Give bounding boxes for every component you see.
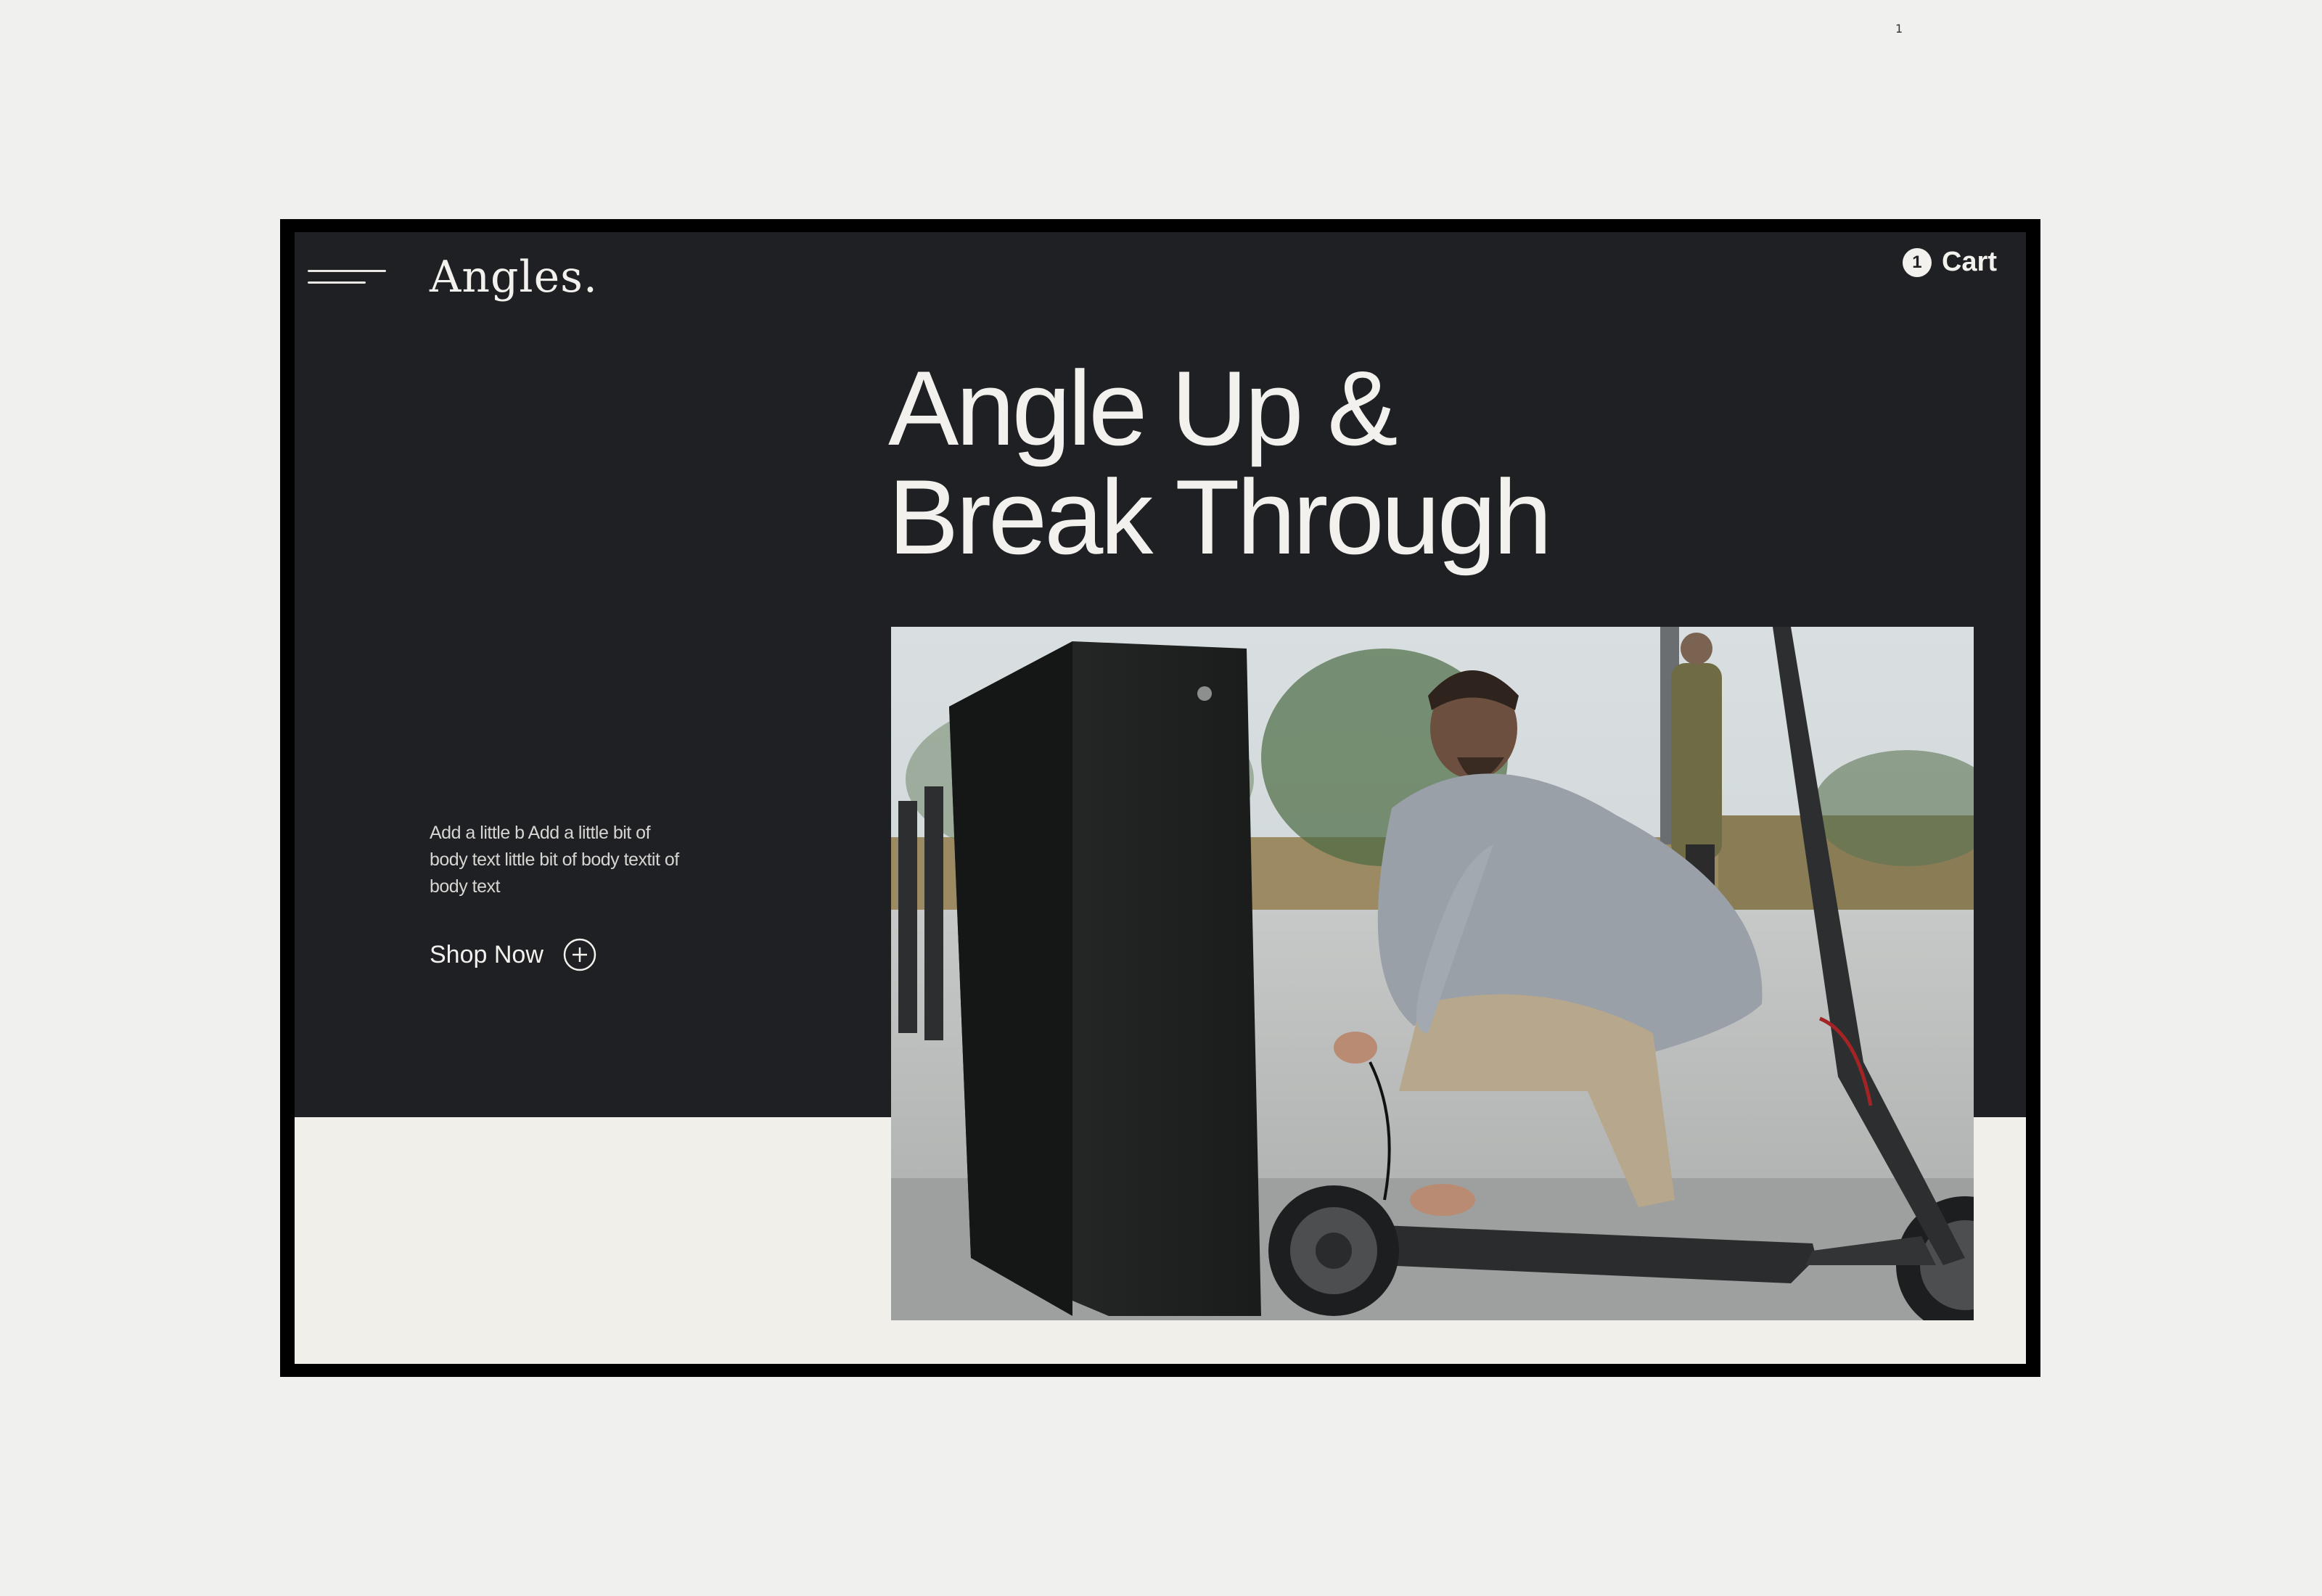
brand-logo[interactable]: Angles.	[430, 255, 598, 299]
hero-headline: Angle Up & Break Through	[888, 349, 1552, 576]
cart-button[interactable]: 1 Cart	[1902, 247, 1997, 278]
device-frame: Angles. 1 Cart Angle Up & Break Through …	[280, 219, 2040, 1377]
hero-photo-man-charging-scooter	[891, 627, 1974, 1320]
plus-circle-icon	[563, 938, 596, 971]
page-marker: 1	[1895, 22, 1903, 36]
headline-line-1: Angle Up &	[888, 349, 1398, 467]
website-screen: Angles. 1 Cart Angle Up & Break Through …	[295, 232, 2026, 1364]
cart-count-badge: 1	[1902, 247, 1932, 277]
hero-body-text: Add a little b Add a little bit of body …	[430, 823, 679, 897]
shop-now-button[interactable]: Shop Now	[430, 937, 597, 972]
cart-label: Cart	[1941, 247, 1997, 277]
hamburger-menu-icon[interactable]	[308, 266, 386, 287]
page: 1 Angles. 1 Cart Angle Up & Break Throug…	[0, 0, 2322, 1596]
shop-now-label: Shop Now	[430, 940, 543, 968]
headline-line-2: Break Through	[888, 458, 1552, 576]
